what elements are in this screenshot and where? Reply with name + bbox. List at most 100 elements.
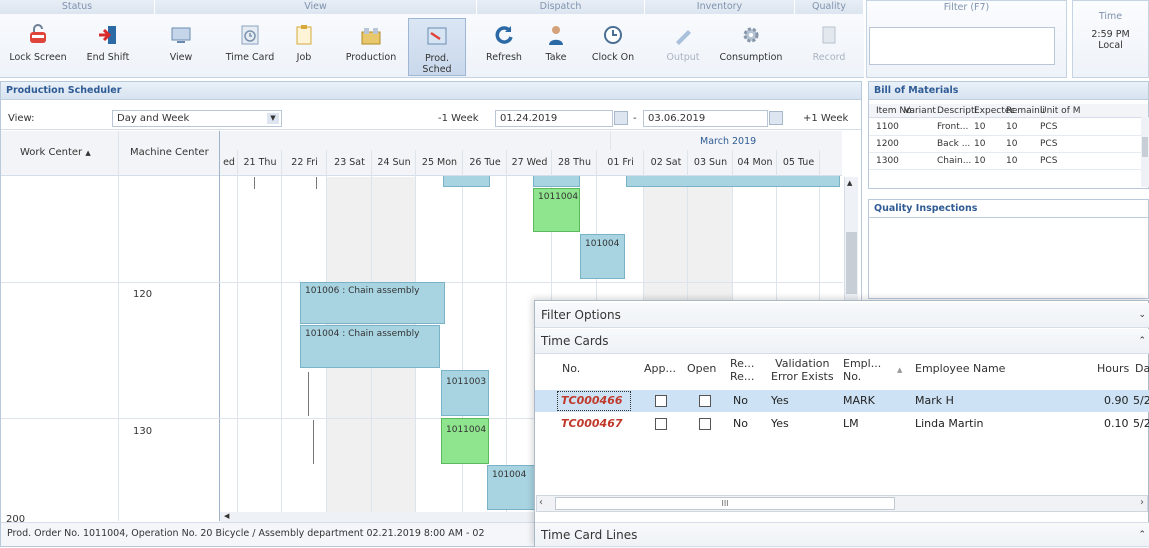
col-hours[interactable]: Hours (1097, 362, 1129, 375)
chevron-down-icon[interactable]: ⌄ (1138, 303, 1146, 328)
table-row[interactable] (869, 137, 1141, 153)
day-header[interactable]: 28 Thu (552, 150, 597, 176)
end-shift-button[interactable]: End Shift (78, 18, 138, 76)
day-header[interactable]: 01 Fri (597, 150, 644, 176)
table-row[interactable] (869, 120, 1141, 136)
scroll-right-icon[interactable]: › (1140, 497, 1144, 508)
bom-col-header[interactable]: Descripti (937, 106, 977, 116)
timecards-hscroll[interactable]: ‹ III › (536, 495, 1148, 512)
date-to-input[interactable]: 03.06.2019 (643, 110, 768, 127)
table-row[interactable] (535, 413, 1149, 435)
col-employee-no[interactable]: Empl... No. (843, 357, 881, 383)
output-button[interactable]: Output (660, 18, 706, 76)
grid-line (281, 150, 282, 512)
time-card-lines-section[interactable]: Time Card Lines ⌃ (535, 522, 1149, 547)
time-card-no-link[interactable]: TC000467 (561, 413, 623, 435)
operation-bar[interactable] (443, 176, 490, 187)
day-header[interactable]: 21 Thu (238, 150, 282, 176)
bom-cell: 10 (1006, 139, 1018, 149)
operation-bar[interactable]: 101004 (487, 465, 535, 510)
scroll-left-icon[interactable]: ‹ (539, 497, 543, 508)
date-from-input[interactable]: 01.24.2019 (495, 110, 613, 127)
day-header[interactable]: 25 Mon (416, 150, 463, 176)
approved-checkbox[interactable] (655, 395, 667, 407)
job-button[interactable]: Job (286, 18, 322, 76)
day-header[interactable]: 26 Tue (463, 150, 507, 176)
day-header[interactable]: 23 Sat (327, 150, 372, 176)
bom-col-header[interactable]: Unit of M (1040, 106, 1080, 116)
col-approved[interactable]: App... (644, 362, 676, 375)
prod-sched-button[interactable]: Prod. Sched (408, 18, 466, 76)
chevron-down-icon[interactable]: ▼ (267, 113, 279, 124)
col-validation[interactable]: Validation Error Exists (771, 357, 834, 383)
day-header[interactable]: 02 Sat (644, 150, 688, 176)
work-center-header[interactable]: Work Center ▲ (20, 147, 91, 158)
hours-value: 0.90 (1104, 394, 1129, 407)
scroll-thumb[interactable] (1142, 137, 1148, 157)
calendar-icon[interactable] (614, 111, 628, 125)
filter-options-section[interactable]: Filter Options ⌄ (535, 303, 1149, 328)
operation-bar[interactable] (626, 176, 840, 187)
calendar-icon[interactable] (769, 111, 783, 125)
take-button[interactable]: Take (536, 18, 576, 76)
group-status: Status (0, 0, 155, 14)
col-re[interactable]: Re... Re... (730, 357, 754, 383)
chevron-up-icon[interactable]: ⌃ (1138, 329, 1146, 354)
operation-bar[interactable] (533, 176, 580, 187)
day-header[interactable]: 27 Wed (507, 150, 552, 176)
clock-on-button[interactable]: Clock On (588, 18, 638, 76)
day-header[interactable]: 04 Mon (733, 150, 777, 176)
col-open[interactable]: Open (687, 362, 716, 375)
view-icon (171, 27, 191, 43)
operation-bar[interactable]: 1011004 (533, 188, 580, 232)
time-card-icon (241, 25, 259, 45)
day-header[interactable]: 22 Fri (282, 150, 327, 176)
time-cards-section[interactable]: Time Cards ⌃ (535, 329, 1149, 354)
scroll-thumb[interactable] (846, 232, 857, 294)
scroll-thumb[interactable]: III (555, 497, 895, 510)
operation-bar[interactable]: 1011003 (441, 370, 489, 416)
open-checkbox[interactable] (699, 418, 711, 430)
operation-bar[interactable]: 101006 : Chain assembly (300, 282, 445, 324)
view-button[interactable]: View (158, 18, 204, 76)
sort-asc-icon: ▲ (85, 149, 91, 157)
day-header[interactable]: 24 Sun (372, 150, 416, 176)
time-card-button[interactable]: Time Card (222, 18, 278, 76)
prev-week-button[interactable]: -1 Week (438, 113, 479, 124)
time-card-no-link[interactable]: TC000466 (561, 390, 623, 412)
scroll-up-icon[interactable]: ▲ (847, 179, 852, 187)
next-week-button[interactable]: +1 Week (803, 113, 848, 124)
refresh-button[interactable]: Refresh (482, 18, 526, 76)
day-header[interactable]: 05 Tue (777, 150, 820, 176)
col-employee-name[interactable]: Employee Name (915, 362, 1005, 375)
grid-line (237, 150, 238, 512)
operation-bar[interactable]: 1011004 (441, 418, 489, 464)
view-select[interactable]: Day and Week ▼ (112, 110, 282, 127)
bom-vscroll[interactable] (1141, 117, 1149, 187)
consumption-button[interactable]: Consumption (716, 18, 786, 76)
approved-checkbox[interactable] (655, 418, 667, 430)
lock-screen-button[interactable]: Lock Screen (8, 18, 68, 76)
production-button[interactable]: Production (340, 18, 402, 76)
record-button[interactable]: Record (806, 18, 852, 76)
machine-center-130: 130 (133, 426, 153, 437)
table-row[interactable] (869, 154, 1141, 170)
day-header[interactable]: 03 Sun (688, 150, 733, 176)
operation-bar[interactable]: 101004 : Chain assembly (300, 325, 440, 368)
chevron-up-icon[interactable]: ⌃ (1138, 523, 1146, 548)
filter-input[interactable] (869, 27, 1055, 65)
open-checkbox[interactable] (699, 395, 711, 407)
employee-no-value: MARK (843, 394, 875, 407)
col-no[interactable]: No. (562, 362, 580, 375)
operation-bar[interactable]: 101004 (580, 234, 625, 279)
col-date[interactable]: Da (1135, 362, 1149, 375)
employee-name-value: Mark H (915, 394, 954, 407)
employee-name-value: Linda Martin (915, 417, 984, 430)
bom-cell: 10 (1006, 122, 1018, 132)
day-header[interactable]: ed (220, 150, 238, 176)
scroll-left-icon[interactable]: ◀ (224, 512, 229, 520)
bom-cell: PCS (1040, 122, 1058, 132)
machine-center-header[interactable]: Machine Center (130, 147, 209, 158)
bom-col-header[interactable]: Variant (904, 106, 936, 116)
group-inventory: Inventory (645, 0, 795, 14)
